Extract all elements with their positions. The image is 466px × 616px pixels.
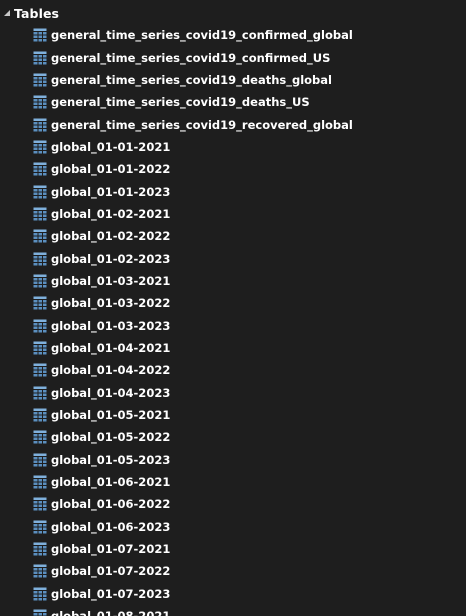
table-name: general_time_series_covid19_deaths_US	[51, 95, 310, 110]
table-name: general_time_series_covid19_confirmed_US	[51, 50, 331, 65]
table-row[interactable]: global_01-05-2022	[0, 426, 466, 448]
table-icon	[33, 475, 47, 489]
table-name: global_01-04-2023	[51, 385, 171, 400]
table-row[interactable]: global_01-03-2021	[0, 270, 466, 292]
table-name: global_01-02-2023	[51, 251, 171, 266]
table-name: global_01-03-2022	[51, 296, 171, 311]
table-icon	[33, 140, 47, 154]
table-row[interactable]: global_01-02-2021	[0, 203, 466, 225]
table-row[interactable]: global_01-06-2022	[0, 493, 466, 515]
table-row[interactable]: general_time_series_covid19_deaths_globa…	[0, 69, 466, 91]
table-row[interactable]: global_01-02-2023	[0, 247, 466, 269]
table-icon	[33, 564, 47, 578]
table-icon	[33, 341, 47, 355]
table-name: global_01-07-2022	[51, 564, 171, 579]
table-row[interactable]: global_01-04-2022	[0, 359, 466, 381]
table-row[interactable]: global_01-05-2021	[0, 404, 466, 426]
table-row[interactable]: general_time_series_covid19_recovered_gl…	[0, 113, 466, 135]
table-icon	[33, 609, 47, 616]
table-row[interactable]: global_01-07-2022	[0, 560, 466, 582]
table-icon	[33, 51, 47, 65]
table-icon	[33, 274, 47, 288]
table-name: global_01-03-2023	[51, 318, 171, 333]
table-icon	[33, 162, 47, 176]
table-icon	[33, 28, 47, 42]
table-name: global_01-07-2023	[51, 586, 171, 601]
table-row[interactable]: global_01-04-2023	[0, 382, 466, 404]
table-icon	[33, 73, 47, 87]
table-name: global_01-08-2021	[51, 609, 170, 616]
table-name: global_01-06-2023	[51, 519, 171, 534]
table-row[interactable]: global_01-06-2023	[0, 516, 466, 538]
table-row[interactable]: global_01-07-2023	[0, 583, 466, 605]
table-icon	[33, 520, 47, 534]
table-name: global_01-02-2022	[51, 229, 171, 244]
table-row[interactable]: global_01-05-2023	[0, 449, 466, 471]
table-name: general_time_series_covid19_deaths_globa…	[51, 72, 332, 87]
tables-group-label: Tables	[14, 5, 60, 21]
table-icon	[33, 185, 47, 199]
table-row[interactable]: global_01-01-2023	[0, 180, 466, 202]
table-icon	[33, 408, 47, 422]
tables-group-header[interactable]: Tables	[0, 2, 59, 24]
table-icon	[33, 252, 47, 266]
table-name: global_01-05-2022	[51, 430, 171, 445]
table-icon	[33, 430, 47, 444]
table-name: global_01-01-2023	[51, 184, 171, 199]
tables-tree: Tables general_time_series_covid19_confi…	[0, 0, 466, 616]
table-icon	[33, 497, 47, 511]
table-name: global_01-07-2021	[51, 542, 171, 557]
table-icon	[33, 296, 47, 310]
table-row[interactable]: global_01-04-2021	[0, 337, 466, 359]
table-icon	[33, 207, 47, 221]
table-name: global_01-02-2021	[51, 206, 171, 221]
table-icon	[33, 542, 47, 556]
table-icon	[33, 118, 47, 132]
expanded-caret-icon[interactable]	[3, 9, 11, 17]
table-name: global_01-01-2022	[51, 162, 171, 177]
table-row[interactable]: global_01-01-2022	[0, 158, 466, 180]
table-list: general_time_series_covid19_confirmed_gl…	[0, 24, 466, 616]
table-row[interactable]: general_time_series_covid19_confirmed_US	[0, 46, 466, 68]
table-name: global_01-03-2021	[51, 273, 171, 288]
table-icon	[33, 587, 47, 601]
table-icon	[33, 95, 47, 109]
table-name: general_time_series_covid19_recovered_gl…	[51, 117, 353, 132]
table-row[interactable]: global_01-07-2021	[0, 538, 466, 560]
table-name: global_01-04-2021	[51, 340, 171, 355]
table-row[interactable]: general_time_series_covid19_confirmed_gl…	[0, 24, 466, 46]
table-icon	[33, 319, 47, 333]
table-name: global_01-01-2021	[51, 139, 171, 154]
table-row[interactable]: global_01-06-2021	[0, 471, 466, 493]
table-icon	[33, 386, 47, 400]
table-name: global_01-05-2023	[51, 452, 171, 467]
table-name: global_01-04-2022	[51, 363, 171, 378]
table-row[interactable]: global_01-03-2022	[0, 292, 466, 314]
table-row[interactable]: global_01-08-2021	[0, 605, 466, 616]
table-name: general_time_series_covid19_confirmed_gl…	[51, 28, 353, 43]
table-icon	[33, 453, 47, 467]
table-icon	[33, 229, 47, 243]
table-row[interactable]: general_time_series_covid19_deaths_US	[0, 91, 466, 113]
table-row[interactable]: global_01-03-2023	[0, 314, 466, 336]
table-row[interactable]: global_01-01-2021	[0, 136, 466, 158]
table-name: global_01-06-2021	[51, 475, 171, 490]
table-name: global_01-06-2022	[51, 497, 171, 512]
table-row[interactable]: global_01-02-2022	[0, 225, 466, 247]
table-name: global_01-05-2021	[51, 408, 171, 423]
table-icon	[33, 363, 47, 377]
